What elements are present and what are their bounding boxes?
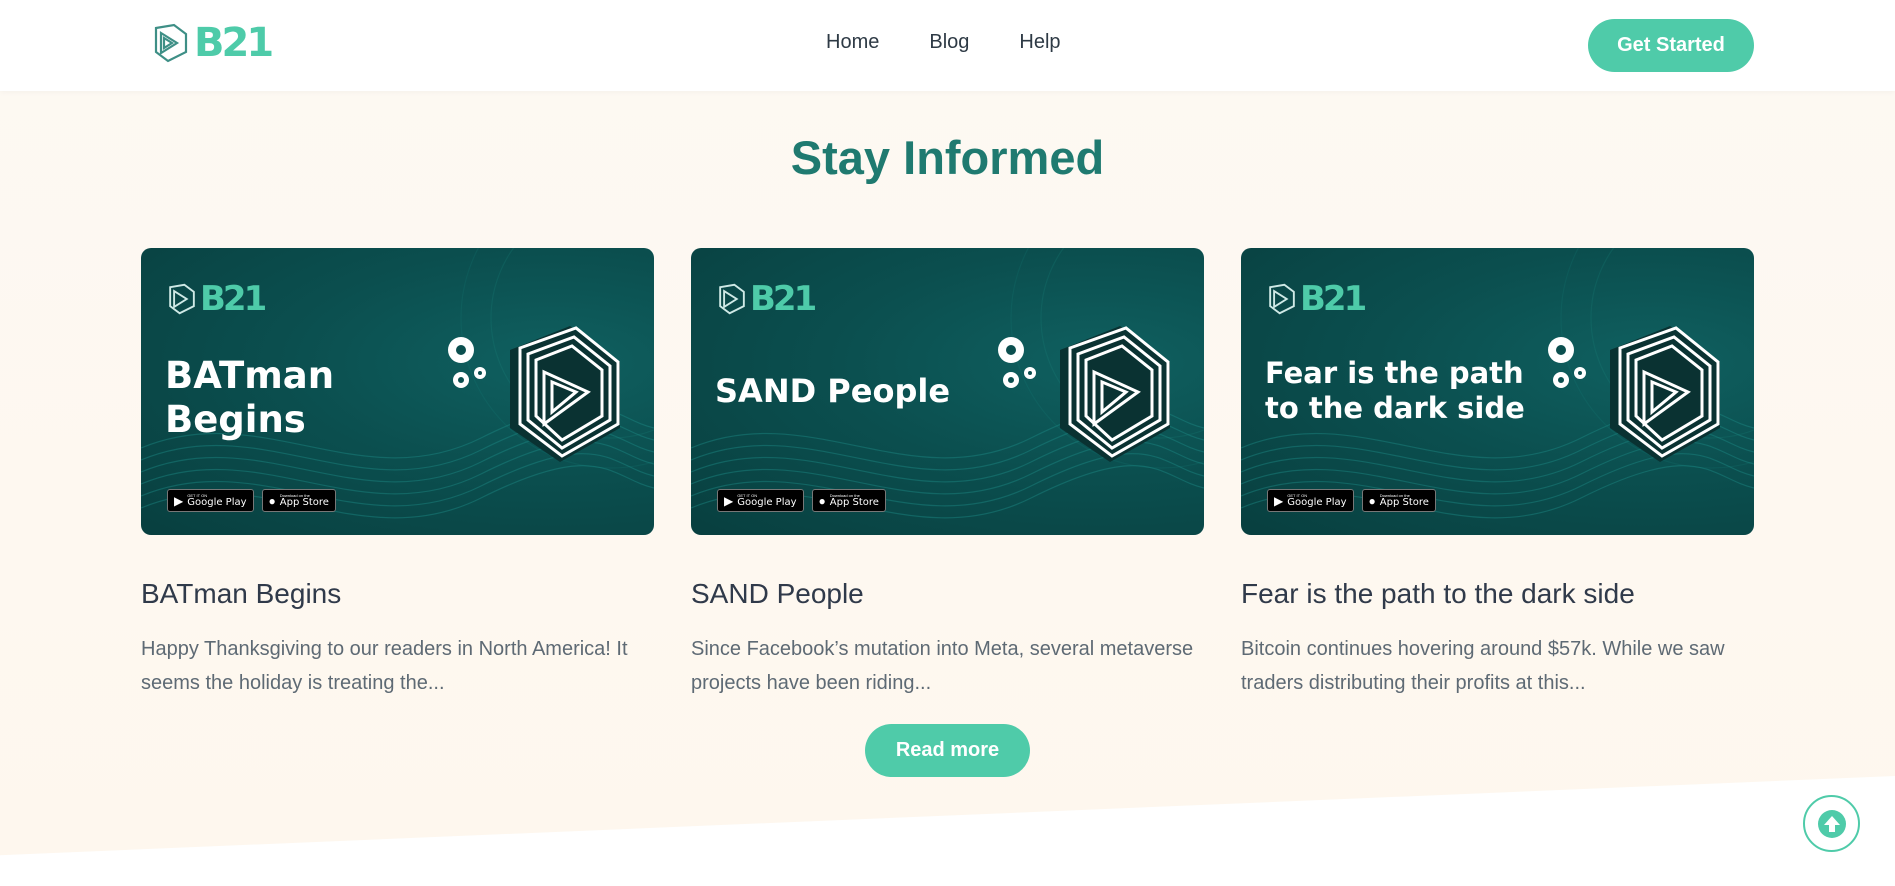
- google-play-badge[interactable]: ▶ GET IT ON Google Play: [717, 489, 804, 512]
- badge-big-text: App Store: [279, 496, 329, 508]
- app-store-badge[interactable]: ● Download on the App Store: [1361, 489, 1436, 512]
- b21-logo-icon: [1269, 283, 1295, 315]
- blog-card[interactable]: B21 Fear is the path to the dark side ▶ …: [1241, 248, 1754, 700]
- badge-big-text: Google Play: [1287, 496, 1347, 508]
- gears-icon: [448, 337, 486, 388]
- card-excerpt: Happy Thanksgiving to our readers in Nor…: [141, 638, 628, 694]
- google-play-icon: ▶: [174, 493, 184, 508]
- b21-logo-icon: [169, 283, 195, 315]
- nav-help[interactable]: Help: [1019, 31, 1060, 54]
- card-image-title: SAND People: [715, 372, 951, 410]
- gears-icon: [1548, 337, 1586, 388]
- arrow-up-icon: [1817, 809, 1846, 838]
- badge-big-text: Google Play: [737, 496, 797, 508]
- card-image[interactable]: B21 SAND People ▶ GET IT ON Google Play …: [691, 248, 1204, 535]
- main-nav: Home Blog Help: [826, 31, 1061, 54]
- scroll-to-top-button[interactable]: [1803, 795, 1860, 852]
- store-badges: ▶ GET IT ON Google Play ● Download on the…: [167, 489, 336, 512]
- get-started-button[interactable]: Get Started: [1588, 19, 1754, 72]
- apple-icon: ●: [268, 493, 276, 508]
- card-image[interactable]: B21 Fear is the path to the dark side ▶ …: [1241, 248, 1754, 535]
- apple-icon: ●: [818, 493, 826, 508]
- card-heading[interactable]: BATman Begins: [141, 578, 654, 610]
- apple-icon: ●: [1368, 493, 1376, 508]
- nav-blog[interactable]: Blog: [929, 31, 969, 54]
- badge-big-text: App Store: [829, 496, 879, 508]
- card-image-logo: B21: [167, 279, 267, 319]
- read-more-button[interactable]: Read more: [865, 724, 1030, 777]
- nav-home[interactable]: Home: [826, 31, 879, 54]
- card-image-logo: B21: [1267, 279, 1367, 319]
- section-title: Stay Informed: [790, 131, 1105, 184]
- google-play-icon: ▶: [724, 493, 734, 508]
- google-play-badge[interactable]: ▶ GET IT ON Google Play: [167, 489, 254, 512]
- b21-logo-icon: [719, 283, 745, 315]
- background-wedge: [0, 776, 1895, 886]
- b21-mark-icon: [510, 326, 620, 462]
- app-store-badge[interactable]: ● Download on the App Store: [811, 489, 886, 512]
- blog-card[interactable]: B21 BATman Begins ▶ GET IT ON Google Pla…: [141, 248, 654, 700]
- gears-icon: [998, 337, 1036, 388]
- card-image-title: BATman Begins: [165, 354, 335, 442]
- card-excerpt: Bitcoin continues hovering around $57k. …: [1241, 638, 1725, 694]
- store-badges: ▶ GET IT ON Google Play ● Download on the…: [1267, 489, 1436, 512]
- app-store-badge[interactable]: ● Download on the App Store: [261, 489, 336, 512]
- badge-big-text: App Store: [1379, 496, 1429, 508]
- google-play-icon: ▶: [1274, 493, 1284, 508]
- card-image-logo-text: B21: [200, 279, 267, 319]
- b21-mark-icon: [1610, 326, 1720, 462]
- card-image-logo-text: B21: [1300, 279, 1367, 319]
- badge-big-text: Google Play: [187, 496, 247, 508]
- card-excerpt: Since Facebook’s mutation into Meta, sev…: [691, 638, 1194, 694]
- card-image-logo: B21: [717, 279, 817, 319]
- card-heading[interactable]: Fear is the path to the dark side: [1241, 578, 1754, 610]
- b21-logo-icon: [154, 23, 188, 63]
- site-header: B21 Home Blog Help Get Started: [0, 0, 1895, 91]
- card-image[interactable]: B21 BATman Begins ▶ GET IT ON Google Pla…: [141, 248, 654, 535]
- logo-text: B21: [194, 20, 274, 66]
- card-image-logo-text: B21: [750, 279, 817, 319]
- google-play-badge[interactable]: ▶ GET IT ON Google Play: [1267, 489, 1354, 512]
- b21-mark-icon: [1060, 326, 1170, 462]
- card-image-title: Fear is the path to the dark side: [1265, 356, 1525, 425]
- store-badges: ▶ GET IT ON Google Play ● Download on the…: [717, 489, 886, 512]
- blog-card[interactable]: B21 SAND People ▶ GET IT ON Google Play …: [691, 248, 1204, 700]
- card-heading[interactable]: SAND People: [691, 578, 1204, 610]
- site-logo[interactable]: B21: [152, 20, 274, 66]
